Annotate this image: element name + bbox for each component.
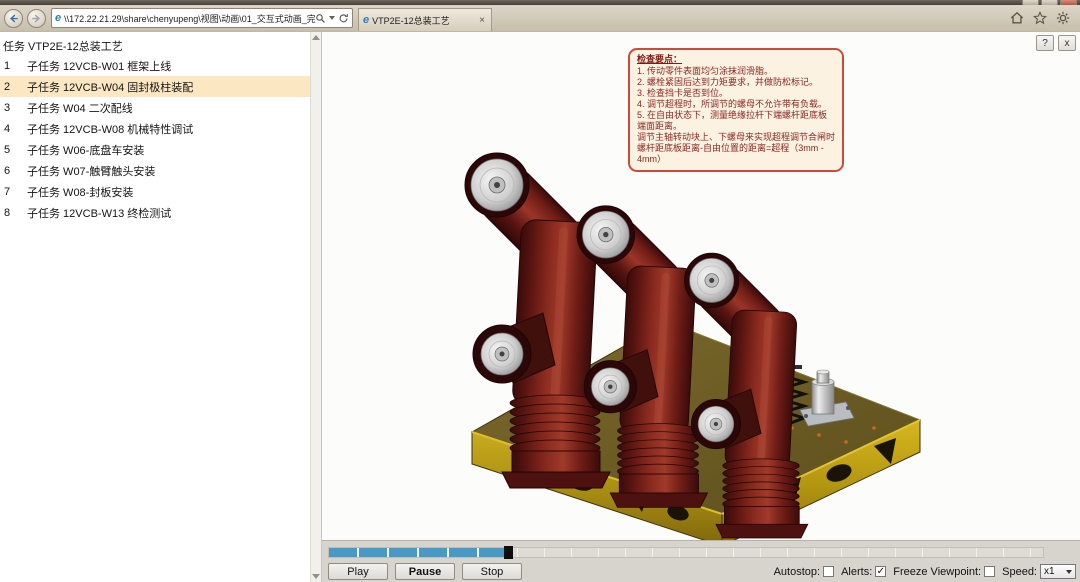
annotation-line: 2. 螺栓紧固后达到力矩要求，并做防松标记。 (637, 77, 835, 88)
speed-select[interactable]: x1 (1040, 564, 1076, 579)
forward-button[interactable] (27, 9, 46, 28)
tab-vtp2e-12[interactable]: e VTP2E-12总装工艺 × (358, 8, 492, 31)
task-row-label: 子任务 12VCB-W08 机械特性调试 (27, 121, 193, 137)
task-row[interactable]: 4 子任务 12VCB-W08 机械特性调试 (0, 118, 321, 139)
annotation-line: 调节主轴转动块上、下螺母来实现超程调节合闸时螺杆距底板距离-自由位置的距离=超程… (637, 132, 835, 165)
task-row[interactable]: 8 子任务 12VCB-W13 终检测试 (0, 202, 321, 223)
freeze-viewpoint-checkbox[interactable] (984, 566, 995, 577)
viewer-help-button[interactable]: ? (1036, 35, 1054, 51)
alerts-checkbox[interactable] (875, 566, 886, 577)
task-row-label: 子任务 W08-封板安装 (27, 184, 133, 200)
task-row[interactable]: 6 子任务 W07-触臂触头安装 (0, 160, 321, 181)
speed-value: x1 (1044, 566, 1066, 577)
address-url: \\172.22.21.29\share\chenyupeng\视图\动画\01… (64, 12, 315, 25)
timeline-track[interactable] (328, 547, 1044, 558)
viewer-pane: ? x (322, 32, 1080, 582)
speed-label: Speed: (1002, 566, 1037, 578)
scroll-up-icon[interactable] (312, 35, 320, 40)
search-icon[interactable] (315, 13, 326, 24)
annotation-title: 检查要点： (637, 54, 835, 65)
task-row-number: 2 (0, 81, 27, 93)
back-arrow-icon (8, 13, 19, 24)
inspection-annotation: 检查要点： 1. 传动零件表面均匀涂抹润滑脂。 2. 螺栓紧固后达到力矩要求，并… (628, 48, 844, 172)
tab-favicon: e (363, 14, 369, 26)
task-list-header: 任务 VTP2E-12总装工艺 (0, 35, 321, 55)
autostop-checkbox[interactable] (823, 566, 834, 577)
scroll-down-icon[interactable] (312, 574, 320, 579)
annotation-line: 3. 检查挡卡是否到位。 (637, 88, 835, 99)
ie-favicon: e (55, 12, 61, 24)
task-row[interactable]: 5 子任务 W06-底盘车安装 (0, 139, 321, 160)
task-row[interactable]: 7 子任务 W08-封板安装 (0, 181, 321, 202)
task-list-panel: 任务 VTP2E-12总装工艺 1 子任务 12VCB-W01 框架上线 2 子… (0, 32, 322, 582)
tab-close-icon[interactable]: × (477, 15, 487, 26)
task-row[interactable]: 1 子任务 12VCB-W01 框架上线 (0, 55, 321, 76)
task-row-label: 子任务 W07-触臂触头安装 (27, 163, 155, 179)
timeline-handle[interactable] (504, 546, 513, 559)
task-row-number: 1 (0, 60, 27, 72)
task-row[interactable]: 3 子任务 W04 二次配线 (0, 97, 321, 118)
autostop-label: Autostop: (774, 566, 820, 578)
task-row-number: 8 (0, 207, 27, 219)
back-button[interactable] (4, 9, 23, 28)
task-row-label: 子任务 12VCB-W13 终检测试 (27, 205, 171, 221)
viewport-3d[interactable]: ? x (322, 32, 1080, 540)
browser-toolbar: e \\172.22.21.29\share\chenyupeng\视图\动画\… (0, 5, 1080, 32)
play-button[interactable]: Play (328, 563, 388, 580)
annotation-line: 5. 在自由状态下，测量绝缘拉杆下端螺杆距底板端面距离。 (637, 110, 835, 132)
pause-button[interactable]: Pause (395, 563, 455, 580)
application-window: e \\172.22.21.29\share\chenyupeng\视图\动画\… (0, 0, 1080, 582)
refresh-icon[interactable] (338, 13, 349, 24)
select-chevron-icon (1066, 570, 1072, 574)
viewer-close-button[interactable]: x (1058, 35, 1076, 51)
task-row-number: 5 (0, 144, 27, 156)
task-row-number: 7 (0, 186, 27, 198)
favorites-star-icon[interactable] (1033, 11, 1047, 25)
task-row-number: 4 (0, 123, 27, 135)
task-row-number: 6 (0, 165, 27, 177)
home-icon[interactable] (1010, 11, 1024, 25)
alerts-label: Alerts: (841, 566, 872, 578)
annotation-body: 1. 传动零件表面均匀涂抹润滑脂。 2. 螺栓紧固后达到力矩要求，并做防松标记。… (637, 66, 835, 165)
playback-controls: Play Pause Stop Autostop: Alerts: Freeze… (322, 540, 1080, 582)
annotation-line: 1. 传动零件表面均匀涂抹润滑脂。 (637, 66, 835, 77)
task-list: 1 子任务 12VCB-W01 框架上线 2 子任务 12VCB-W04 固封极… (0, 55, 321, 223)
address-bar[interactable]: e \\172.22.21.29\share\chenyupeng\视图\动画\… (51, 8, 353, 28)
timeline-progress-fill (329, 548, 508, 557)
task-row-number: 3 (0, 102, 27, 114)
task-list-scrollbar[interactable] (310, 32, 321, 582)
task-row[interactable]: 2 子任务 12VCB-W04 固封极柱装配 (0, 76, 321, 97)
task-row-label: 子任务 W04 二次配线 (27, 100, 133, 116)
stop-button[interactable]: Stop (462, 563, 522, 580)
annotation-line: 4. 调节超程时，所调节的螺母不允许带有负载。 (637, 99, 835, 110)
task-row-label: 子任务 12VCB-W04 固封极柱装配 (27, 79, 193, 95)
settings-gear-icon[interactable] (1056, 11, 1070, 25)
forward-arrow-icon (31, 13, 42, 24)
tab-title: VTP2E-12总装工艺 (372, 14, 477, 27)
freeze-viewpoint-label: Freeze Viewpoint: (893, 566, 981, 578)
task-row-label: 子任务 12VCB-W01 框架上线 (27, 58, 171, 74)
chevron-down-icon[interactable] (329, 16, 335, 20)
task-row-label: 子任务 W06-底盘车安装 (27, 142, 144, 158)
